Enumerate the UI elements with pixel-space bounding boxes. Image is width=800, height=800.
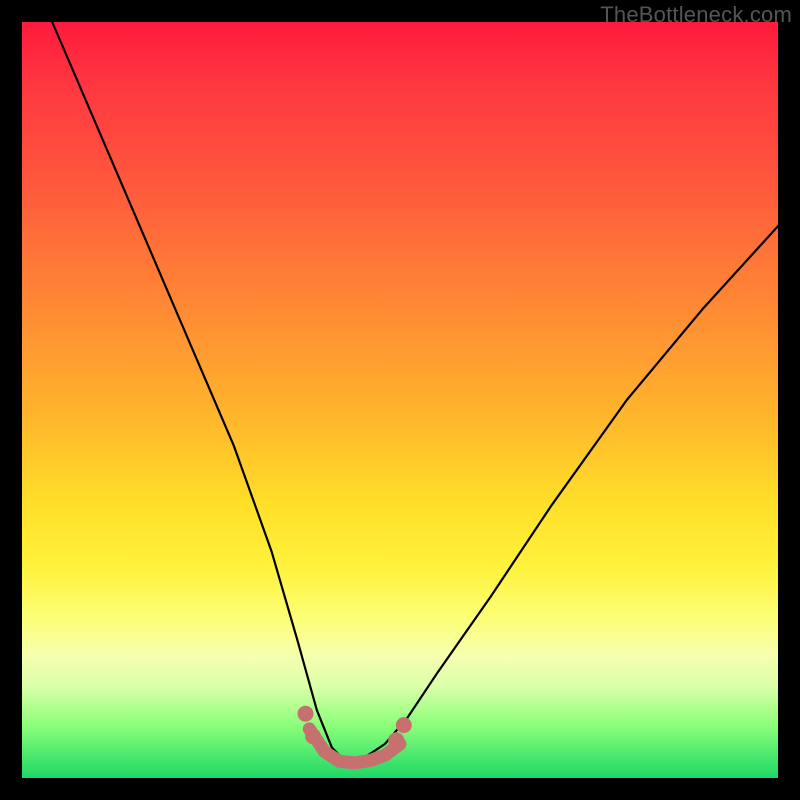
curve-layer [22,22,778,778]
bottleneck-curve [52,22,778,763]
chart-frame: TheBottleneck.com [0,0,800,800]
plot-area [22,22,778,778]
highlight-dot [388,732,404,748]
highlight-dot [298,706,314,722]
highlight-dot [305,728,321,744]
highlight-dot [396,717,412,733]
highlight-segment [309,729,400,763]
